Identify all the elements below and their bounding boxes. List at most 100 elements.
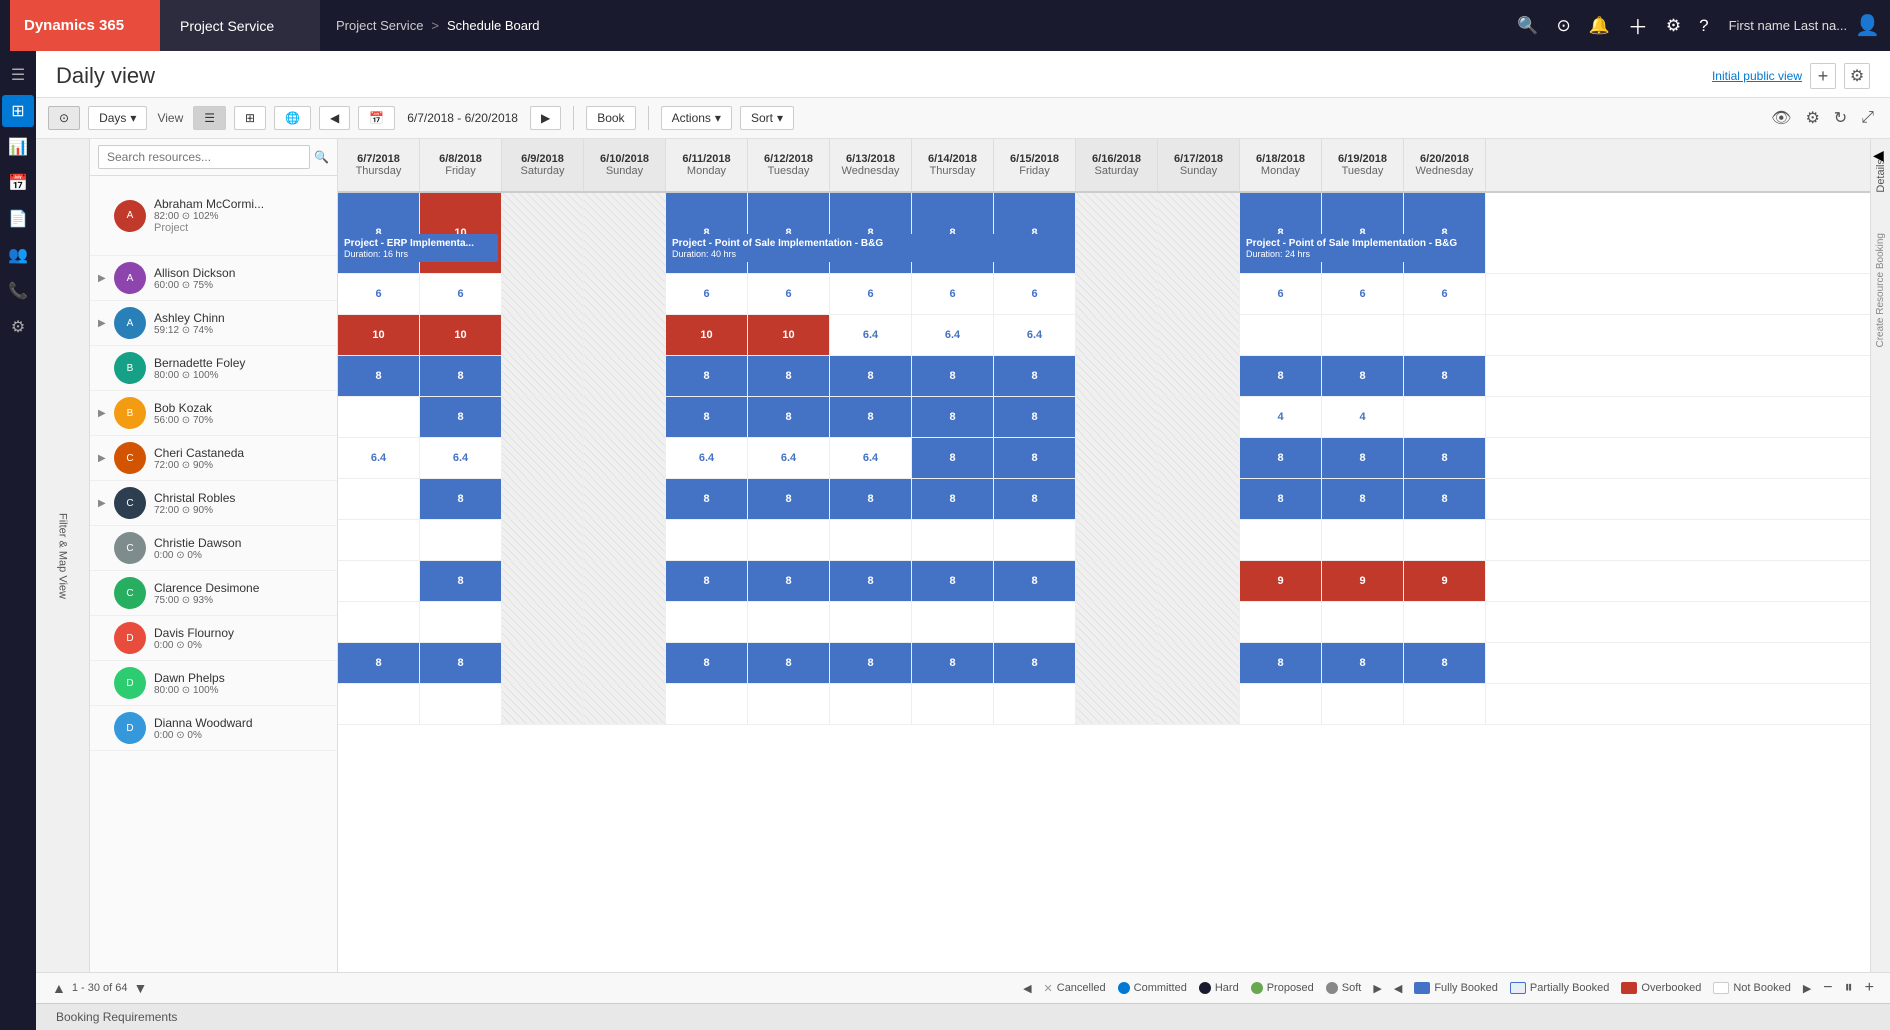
gantt-cell-8-5[interactable]: 8 — [748, 561, 830, 601]
gantt-cell-9-1[interactable] — [420, 602, 502, 642]
search-icon[interactable]: 🔍 — [1517, 16, 1538, 36]
sidebar-contacts[interactable]: 👥 — [2, 239, 34, 271]
gantt-cell-9-8[interactable] — [994, 602, 1076, 642]
gantt-cell-6-2[interactable] — [502, 479, 584, 519]
add-icon[interactable]: ＋ — [1628, 11, 1648, 40]
gantt-cell-3-11[interactable]: 8 — [1240, 356, 1322, 396]
actions-btn[interactable]: Actions ▾ — [661, 106, 732, 130]
gantt-cell-9-2[interactable] — [502, 602, 584, 642]
refresh-icon-btn[interactable]: ↻ — [1830, 104, 1851, 132]
gantt-cell-11-4[interactable] — [666, 684, 748, 724]
gantt-cell-9-4[interactable] — [666, 602, 748, 642]
gantt-cell-8-0[interactable] — [338, 561, 420, 601]
gantt-cell-10-10[interactable] — [1158, 643, 1240, 683]
sidebar-home[interactable]: ⊞ — [2, 95, 34, 127]
gantt-cell-6-11[interactable]: 8 — [1240, 479, 1322, 519]
gantt-cell-0-9[interactable] — [1076, 193, 1158, 273]
calendar-icon-btn[interactable]: ⊙ — [48, 106, 80, 130]
gantt-cell-3-5[interactable]: 8 — [748, 356, 830, 396]
resource-row[interactable]: C Christie Dawson 0:00 ⊙ 0% — [90, 526, 337, 571]
gantt-cell-1-8[interactable]: 6 — [994, 274, 1076, 314]
zoom-in-btn[interactable]: + — [1865, 979, 1874, 997]
gantt-cell-2-10[interactable] — [1158, 315, 1240, 355]
calendar-pick-btn[interactable]: 📅 — [358, 106, 395, 130]
gantt-cell-1-10[interactable] — [1158, 274, 1240, 314]
add-view-btn[interactable]: + — [1810, 63, 1836, 89]
gantt-cell-6-3[interactable] — [584, 479, 666, 519]
project-bar-2[interactable]: Project - Point of Sale Implementation -… — [666, 234, 1072, 262]
gantt-cell-4-10[interactable] — [1158, 397, 1240, 437]
gantt-cell-8-11[interactable]: 9 — [1240, 561, 1322, 601]
expand-down-icon[interactable]: ▼ — [134, 980, 148, 996]
gantt-cell-6-9[interactable] — [1076, 479, 1158, 519]
gantt-cell-10-3[interactable] — [584, 643, 666, 683]
grid-view-btn[interactable]: ⊞ — [234, 106, 266, 130]
gantt-cell-2-4[interactable]: 10 — [666, 315, 748, 355]
gantt-cell-4-8[interactable]: 8 — [994, 397, 1076, 437]
gantt-cell-3-6[interactable]: 8 — [830, 356, 912, 396]
expand-up-icon[interactable]: ▲ — [52, 980, 66, 996]
next-legend2-btn[interactable]: ▶ — [1803, 982, 1811, 995]
gantt-cell-6-6[interactable]: 8 — [830, 479, 912, 519]
gantt-cell-7-10[interactable] — [1158, 520, 1240, 560]
gantt-cell-2-8[interactable]: 6.4 — [994, 315, 1076, 355]
breadcrumb-ps[interactable]: Project Service — [336, 18, 423, 33]
user-section[interactable]: First name Last na... 👤 — [1729, 13, 1880, 38]
gantt-cell-5-13[interactable]: 8 — [1404, 438, 1486, 478]
resource-row[interactable]: ▶ A Allison Dickson 60:00 ⊙ 75% — [90, 256, 337, 301]
gantt-cell-8-6[interactable]: 8 — [830, 561, 912, 601]
gantt-cell-7-8[interactable] — [994, 520, 1076, 560]
gantt-cell-6-8[interactable]: 8 — [994, 479, 1076, 519]
gantt-cell-7-0[interactable] — [338, 520, 420, 560]
gantt-cell-5-5[interactable]: 6.4 — [748, 438, 830, 478]
sidebar-phone[interactable]: 📞 — [2, 275, 34, 307]
gantt-cell-2-2[interactable] — [502, 315, 584, 355]
gantt-cell-3-8[interactable]: 8 — [994, 356, 1076, 396]
gantt-cell-11-12[interactable] — [1322, 684, 1404, 724]
sidebar-chart[interactable]: 📊 — [2, 131, 34, 163]
prev-btn[interactable]: ◀ — [319, 106, 350, 130]
gantt-cell-1-11[interactable]: 6 — [1240, 274, 1322, 314]
resource-row[interactable]: C Clarence Desimone 75:00 ⊙ 93% — [90, 571, 337, 616]
gear-icon-btn[interactable]: ⚙ — [1801, 104, 1823, 132]
gantt-cell-10-13[interactable]: 8 — [1404, 643, 1486, 683]
gantt-cell-3-1[interactable]: 8 — [420, 356, 502, 396]
gantt-cell-1-0[interactable]: 6 — [338, 274, 420, 314]
gantt-cell-1-2[interactable] — [502, 274, 584, 314]
gantt-cell-5-4[interactable]: 6.4 — [666, 438, 748, 478]
gantt-cell-5-0[interactable]: 6.4 — [338, 438, 420, 478]
gantt-cell-8-10[interactable] — [1158, 561, 1240, 601]
public-view-btn[interactable]: Initial public view — [1712, 69, 1802, 83]
bell-icon[interactable]: 🔔 — [1589, 16, 1610, 36]
gantt-cell-4-9[interactable] — [1076, 397, 1158, 437]
gantt-cell-4-2[interactable] — [502, 397, 584, 437]
gantt-cell-7-2[interactable] — [502, 520, 584, 560]
gantt-cell-2-3[interactable] — [584, 315, 666, 355]
eye-icon-btn[interactable]: 👁 — [1767, 104, 1795, 132]
gantt-cell-9-11[interactable] — [1240, 602, 1322, 642]
gantt-cell-7-11[interactable] — [1240, 520, 1322, 560]
gantt-cell-6-10[interactable] — [1158, 479, 1240, 519]
resource-row[interactable]: ▶ C Cheri Castaneda 72:00 ⊙ 90% — [90, 436, 337, 481]
gantt-cell-0-3[interactable] — [584, 193, 666, 273]
gantt-cell-4-5[interactable]: 8 — [748, 397, 830, 437]
gantt-cell-8-1[interactable]: 8 — [420, 561, 502, 601]
gantt-cell-4-12[interactable]: 4 — [1322, 397, 1404, 437]
gantt-cell-9-7[interactable] — [912, 602, 994, 642]
expand-arrow[interactable]: ▶ — [98, 498, 106, 509]
gantt-cell-2-13[interactable] — [1404, 315, 1486, 355]
gantt-cell-8-9[interactable] — [1076, 561, 1158, 601]
gantt-cell-4-3[interactable] — [584, 397, 666, 437]
resource-search-input[interactable] — [98, 145, 310, 169]
gantt-cell-8-12[interactable]: 9 — [1322, 561, 1404, 601]
next-legend-btn[interactable]: ▶ — [1373, 982, 1381, 995]
gantt-cell-5-12[interactable]: 8 — [1322, 438, 1404, 478]
sidebar-gear[interactable]: ⚙ — [2, 311, 34, 343]
gantt-cell-9-0[interactable] — [338, 602, 420, 642]
gantt-cell-5-1[interactable]: 6.4 — [420, 438, 502, 478]
gantt-cell-11-13[interactable] — [1404, 684, 1486, 724]
gantt-cell-2-11[interactable] — [1240, 315, 1322, 355]
sidebar-calendar[interactable]: 📅 — [2, 167, 34, 199]
gantt-cell-3-9[interactable] — [1076, 356, 1158, 396]
gantt-cell-10-2[interactable] — [502, 643, 584, 683]
